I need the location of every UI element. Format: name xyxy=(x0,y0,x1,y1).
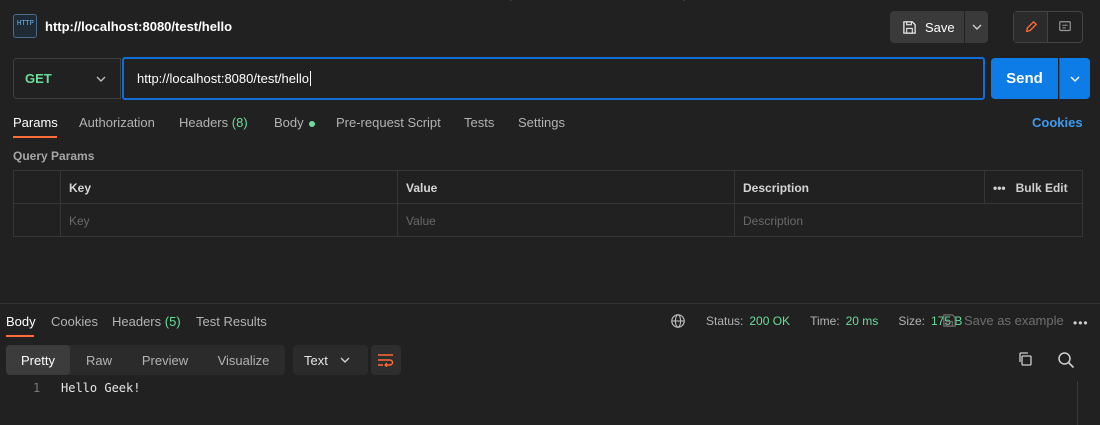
response-status-bar: Status: 200 OK Time: 20 ms Size: 175 B xyxy=(670,313,962,329)
view-mode-preview[interactable]: Preview xyxy=(128,345,202,375)
code-line: Hello Geek! xyxy=(61,381,141,395)
tab-body[interactable]: Body xyxy=(274,115,315,130)
copy-icon[interactable] xyxy=(1017,351,1033,370)
response-tab-body[interactable]: Body xyxy=(6,314,36,329)
save-icon xyxy=(943,314,956,327)
edit-mode-button[interactable] xyxy=(1014,12,1048,42)
search-icon[interactable] xyxy=(1057,351,1075,372)
more-icon: ••• xyxy=(993,180,1006,195)
active-response-tab-indicator xyxy=(6,335,34,337)
row-checkbox-cell xyxy=(14,204,60,237)
send-button[interactable]: Send xyxy=(991,58,1058,99)
query-params-label: Query Params xyxy=(13,149,95,163)
view-mode-pretty[interactable]: Pretty xyxy=(6,345,70,375)
value-input[interactable]: Value xyxy=(397,204,734,237)
chevron-down-icon xyxy=(96,76,106,82)
save-icon xyxy=(903,20,916,34)
view-mode-visualize[interactable]: Visualize xyxy=(202,345,285,375)
active-tab-indicator xyxy=(13,136,57,138)
column-header-description: Description xyxy=(734,171,984,204)
tab-authorization[interactable]: Authorization xyxy=(79,115,155,130)
response-tab-headers[interactable]: Headers (5) xyxy=(112,314,181,329)
wrap-lines-button[interactable] xyxy=(371,345,401,375)
format-value: Text xyxy=(304,352,328,368)
save-button[interactable]: Save xyxy=(890,11,964,43)
table-row: Key Value Description xyxy=(14,204,1082,237)
view-mode-raw[interactable]: Raw xyxy=(70,345,128,375)
http-request-icon: HTTP xyxy=(13,14,37,38)
line-number: 1 xyxy=(33,381,41,395)
wrap-lines-icon xyxy=(378,354,394,367)
tab-tests[interactable]: Tests xyxy=(464,115,494,130)
chevron-down-icon xyxy=(972,24,981,30)
time-value[interactable]: 20 ms xyxy=(846,314,879,328)
save-options-button[interactable] xyxy=(965,11,988,43)
format-select[interactable]: Text xyxy=(293,345,368,375)
top-edge xyxy=(0,0,1100,3)
status-value[interactable]: 200 OK xyxy=(749,314,790,328)
view-mode-toggle xyxy=(1013,11,1083,43)
save-label: Save xyxy=(925,19,955,35)
url-value: http://localhost:8080/test/hello xyxy=(137,71,310,86)
checkbox-column-header xyxy=(14,171,60,204)
pane-divider[interactable] xyxy=(0,303,1100,304)
response-headers-count: (5) xyxy=(164,314,181,329)
description-input[interactable]: Description xyxy=(734,204,1082,237)
bulk-edit-button[interactable]: ••• Bulk Edit xyxy=(993,181,1068,195)
column-header-actions: ••• Bulk Edit xyxy=(984,171,1082,204)
editor-scrollbar[interactable] xyxy=(1077,381,1078,425)
cookies-link[interactable]: Cookies xyxy=(1032,115,1083,130)
more-options-icon[interactable]: ••• xyxy=(1073,316,1089,330)
save-as-example-button[interactable]: Save as example xyxy=(942,313,1064,328)
column-header-value: Value xyxy=(397,171,734,204)
text-cursor xyxy=(310,71,312,86)
column-header-key: Key xyxy=(60,171,397,204)
response-tab-test-results[interactable]: Test Results xyxy=(196,314,267,329)
comment-icon xyxy=(1059,21,1071,32)
body-indicator-dot xyxy=(308,120,315,127)
response-view-modes: Pretty Raw Preview Visualize xyxy=(6,345,285,375)
tab-headers[interactable]: Headers (8) xyxy=(179,115,248,130)
chevron-down-icon xyxy=(1070,76,1080,82)
send-options-button[interactable] xyxy=(1059,58,1090,99)
url-input[interactable]: http://localhost:8080/test/hello xyxy=(122,57,985,100)
pencil-icon xyxy=(1025,20,1037,33)
headers-count: (8) xyxy=(231,115,248,130)
tab-settings[interactable]: Settings xyxy=(518,115,565,130)
response-tab-cookies[interactable]: Cookies xyxy=(51,314,98,329)
method-select[interactable]: GET xyxy=(13,58,121,99)
tab-pre-request-script[interactable]: Pre-request Script xyxy=(336,115,441,130)
table-header-row: Key Value Description ••• Bulk Edit xyxy=(14,171,1082,204)
chevron-down-icon xyxy=(340,357,350,363)
documentation-mode-button[interactable] xyxy=(1048,12,1082,42)
status-label: Status: xyxy=(706,314,744,328)
method-value: GET xyxy=(25,71,52,86)
globe-icon[interactable] xyxy=(670,313,686,329)
time-label: Time: xyxy=(810,314,840,328)
tab-params[interactable]: Params xyxy=(13,115,58,130)
key-input[interactable]: Key xyxy=(60,204,397,237)
query-params-table: Key Value Description ••• Bulk Edit Key … xyxy=(13,170,1083,237)
request-title[interactable]: http://localhost:8080/test/hello xyxy=(45,19,232,34)
size-label: Size: xyxy=(898,314,925,328)
